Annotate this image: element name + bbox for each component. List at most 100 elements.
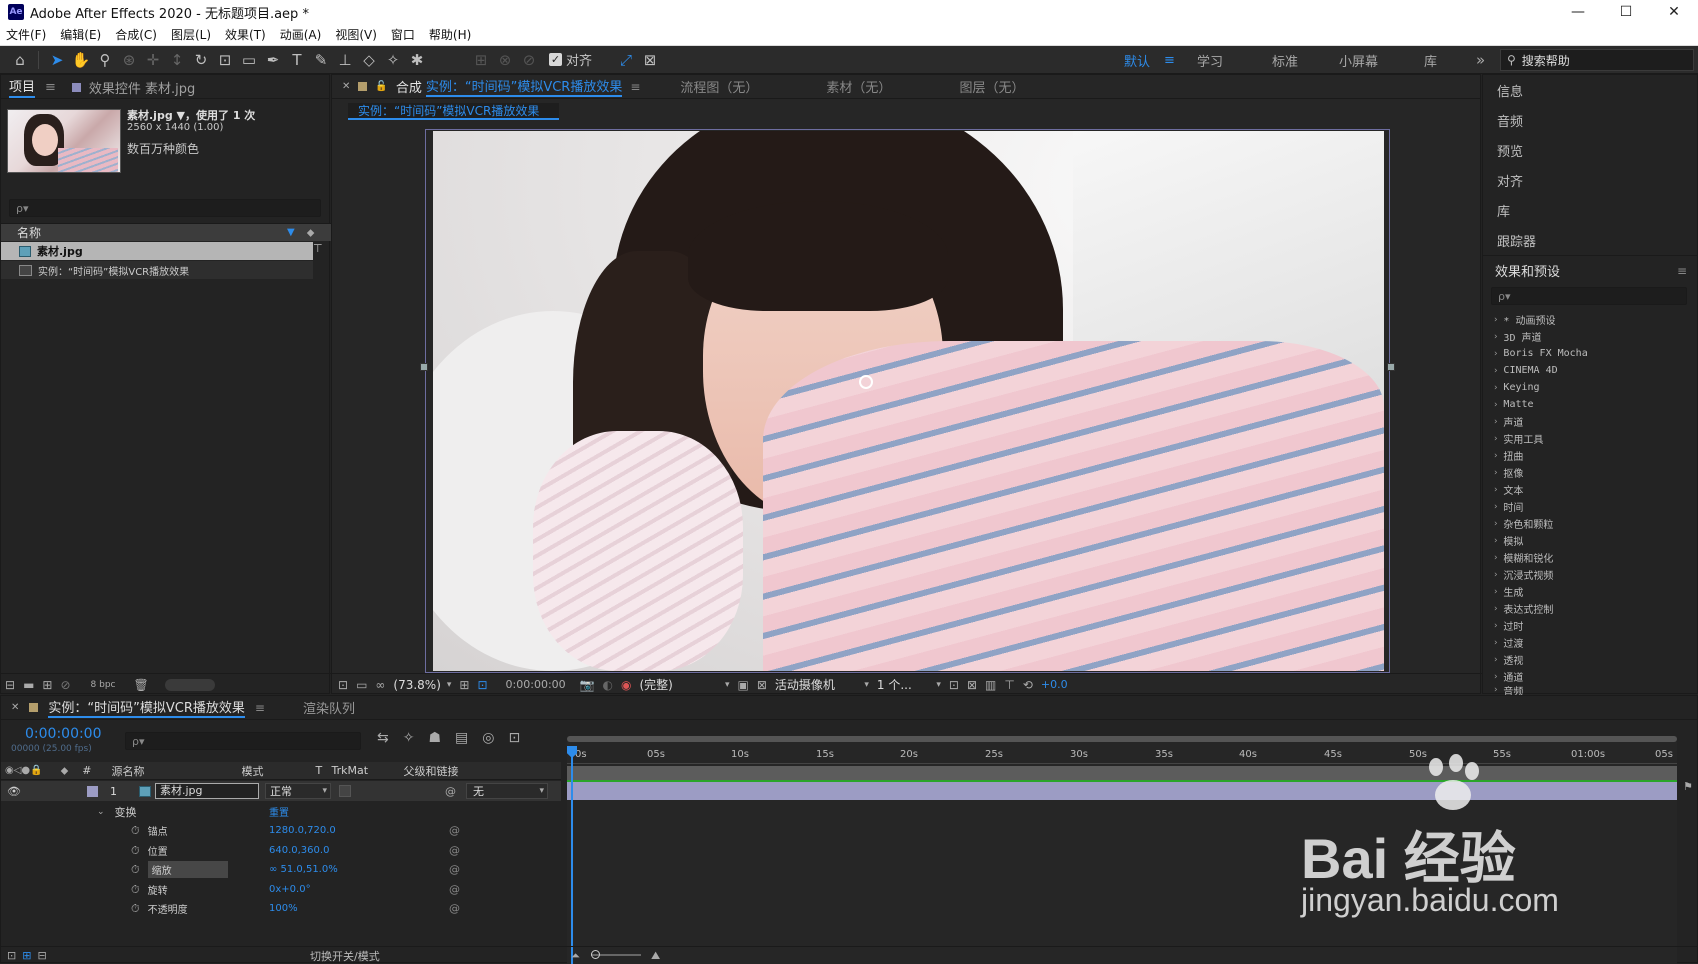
panel-align[interactable]: 对齐 [1483, 165, 1697, 195]
workspace-standard[interactable]: 标准 [1272, 46, 1298, 74]
reset-transform-link[interactable]: 重置 [269, 804, 289, 819]
property-row[interactable]: ⏱ 不透明度 100% @ [1, 899, 561, 918]
workspace-overflow-icon[interactable]: » [1476, 46, 1485, 74]
rectangle-tool-icon[interactable]: ▭ [237, 48, 261, 72]
expression-pickwhip-icon[interactable]: @ [449, 902, 460, 915]
snapshot-icon[interactable]: 📷 [580, 678, 595, 692]
menu-file[interactable]: 文件(F) [6, 26, 46, 43]
effect-category[interactable]: › 通道 [1483, 668, 1697, 685]
effect-category[interactable]: › 时间 [1483, 498, 1697, 515]
effect-category[interactable]: › 透视 [1483, 651, 1697, 668]
zoom-slider-handle-icon[interactable] [591, 950, 600, 959]
effect-category[interactable]: › 模拟 [1483, 532, 1697, 549]
timeline-icon[interactable]: ▥ [985, 678, 996, 692]
effect-category[interactable]: › 声道 [1483, 413, 1697, 430]
effect-category[interactable]: › 杂色和颗粒 [1483, 515, 1697, 532]
toggle-pixel-aspect-icon[interactable]: ⊡ [949, 678, 959, 692]
visibility-eye-icon[interactable]: 👁 [7, 785, 21, 798]
view-axis-icon[interactable]: ⊘ [517, 48, 541, 72]
effect-category[interactable]: › * 动画预设 [1483, 311, 1697, 328]
type-tool-icon[interactable]: T [285, 48, 309, 72]
stopwatch-icon[interactable]: ⏱ [131, 863, 140, 877]
menu-view[interactable]: 视图(V) [335, 26, 377, 43]
tab-timeline-comp[interactable]: 实例：“时间码”模拟VCR播放效果 [48, 697, 245, 718]
close-tab-icon[interactable]: ✕ [11, 702, 19, 713]
layer-switches-icon[interactable]: ⊡ [7, 949, 16, 962]
effect-category[interactable]: › 表达式控制 [1483, 600, 1697, 617]
new-folder-icon[interactable]: ▬ [23, 678, 34, 692]
transparency-grid-icon[interactable]: ⊠ [757, 678, 767, 692]
layer-handle[interactable] [420, 363, 428, 371]
tab-footage[interactable]: 素材（无） [826, 77, 891, 96]
stopwatch-icon[interactable]: ⏱ [131, 883, 140, 897]
orbit-camera-icon[interactable]: ⊛ [117, 48, 141, 72]
zoom-out-icon[interactable]: ⏶ [571, 949, 580, 963]
panel-menu-icon[interactable]: ≡ [630, 80, 640, 94]
effect-category[interactable]: › Matte [1483, 396, 1697, 413]
comp-marker-icon[interactable]: ⚑ [1683, 780, 1693, 793]
tab-composition-prefix[interactable]: 合成 [396, 77, 422, 96]
dolly-camera-icon[interactable]: ↕ [165, 48, 189, 72]
panel-library[interactable]: 库 [1483, 195, 1697, 225]
column-number[interactable]: # [82, 764, 91, 777]
render-preview-icon[interactable]: ⊠ [967, 678, 977, 692]
layer-name-field[interactable]: 素材.jpg [154, 783, 259, 799]
draft-3d-icon[interactable]: ✧ [403, 730, 415, 746]
roto-brush-icon[interactable]: ✧ [381, 48, 405, 72]
effect-category[interactable]: › Keying [1483, 379, 1697, 396]
views-select[interactable]: 1 个... ▾ [877, 676, 941, 693]
show-snapshot-icon[interactable]: ◐ [603, 678, 613, 692]
region-of-interest-icon[interactable]: ⊡ [477, 678, 487, 692]
property-value[interactable]: 100% [269, 903, 298, 914]
clone-stamp-icon[interactable]: ⊥ [333, 48, 357, 72]
menu-animation[interactable]: 动画(A) [280, 26, 322, 43]
column-parent[interactable]: 父级和链接 [404, 763, 459, 779]
effect-category[interactable]: › 扭曲 [1483, 447, 1697, 464]
effect-category[interactable]: › 文本 [1483, 481, 1697, 498]
menu-window[interactable]: 窗口 [391, 26, 415, 43]
effect-category[interactable]: › 生成 [1483, 583, 1697, 600]
parent-select[interactable]: 无 ▾ [465, 783, 548, 799]
preserve-transparency-checkbox[interactable] [338, 785, 351, 797]
resolution-select[interactable]: (完整) ▾ [639, 676, 729, 693]
search-help-input[interactable]: ⚲ 搜索帮助 [1500, 49, 1694, 71]
stopwatch-icon[interactable]: ⏱ [131, 844, 140, 858]
menu-effect[interactable]: 效果(T) [225, 26, 266, 43]
workspace-menu-icon[interactable]: ≡ [1164, 53, 1175, 68]
toggle-switches-modes[interactable]: 切换开关/模式 [310, 948, 380, 964]
interpret-footage-icon[interactable]: ⊟ [5, 678, 15, 692]
flowchart-icon[interactable]: ⊤ [1004, 678, 1014, 692]
tag-icon[interactable]: ⬥ [307, 226, 315, 240]
expression-pickwhip-icon[interactable]: @ [449, 844, 460, 857]
layer-handle[interactable] [1387, 363, 1395, 371]
fast-preview-icon[interactable]: ▣ [737, 678, 748, 692]
zoom-in-icon[interactable]: ⛰ [651, 949, 660, 963]
transform-group[interactable]: ⌄ 变换 重置 [1, 802, 561, 821]
column-name[interactable]: 名称 [17, 224, 287, 241]
mask-visibility-icon[interactable]: ∞ [375, 678, 385, 692]
menu-layer[interactable]: 图层(L) [171, 26, 211, 43]
tab-flowchart[interactable]: 流程图（无） [680, 77, 758, 96]
panel-menu-icon[interactable]: ≡ [45, 80, 56, 95]
property-value[interactable]: 640.0,360.0 [269, 845, 329, 856]
effect-category[interactable]: › 实用工具 [1483, 430, 1697, 447]
tab-effect-controls[interactable]: 效果控件 素材.jpg [64, 75, 203, 99]
workspace-small-screen[interactable]: 小屏幕 [1339, 46, 1378, 74]
brush-tool-icon[interactable]: ✎ [309, 48, 333, 72]
property-row[interactable]: ⏱ 旋转 0x+0.0° @ [1, 880, 561, 899]
current-time-display[interactable]: 0:00:00:00 [25, 726, 102, 742]
property-row[interactable]: ⏱ 位置 640.0,360.0 @ [1, 841, 561, 860]
effect-category[interactable]: › 模糊和锐化 [1483, 549, 1697, 566]
effect-category[interactable]: › CINEMA 4D [1483, 362, 1697, 379]
project-item-footage[interactable]: 素材.jpg [1, 242, 313, 260]
column-source-name[interactable]: 源名称 [112, 763, 242, 779]
panel-menu-icon[interactable]: ≡ [255, 701, 265, 715]
column-trkmat[interactable]: TrkMat [332, 764, 404, 777]
project-item-composition[interactable]: 实例：“时间码”模拟VCR播放效果 [1, 261, 313, 279]
channel-icon[interactable]: ◉ [621, 678, 631, 692]
effects-search-input[interactable]: ρ▾ [1491, 287, 1687, 305]
pen-tool-icon[interactable]: ✒ [261, 48, 285, 72]
property-value[interactable]: 1280.0,720.0 [269, 825, 336, 836]
effect-category[interactable]: › 3D 声道 [1483, 328, 1697, 345]
pan-behind-icon[interactable]: ⊡ [213, 48, 237, 72]
